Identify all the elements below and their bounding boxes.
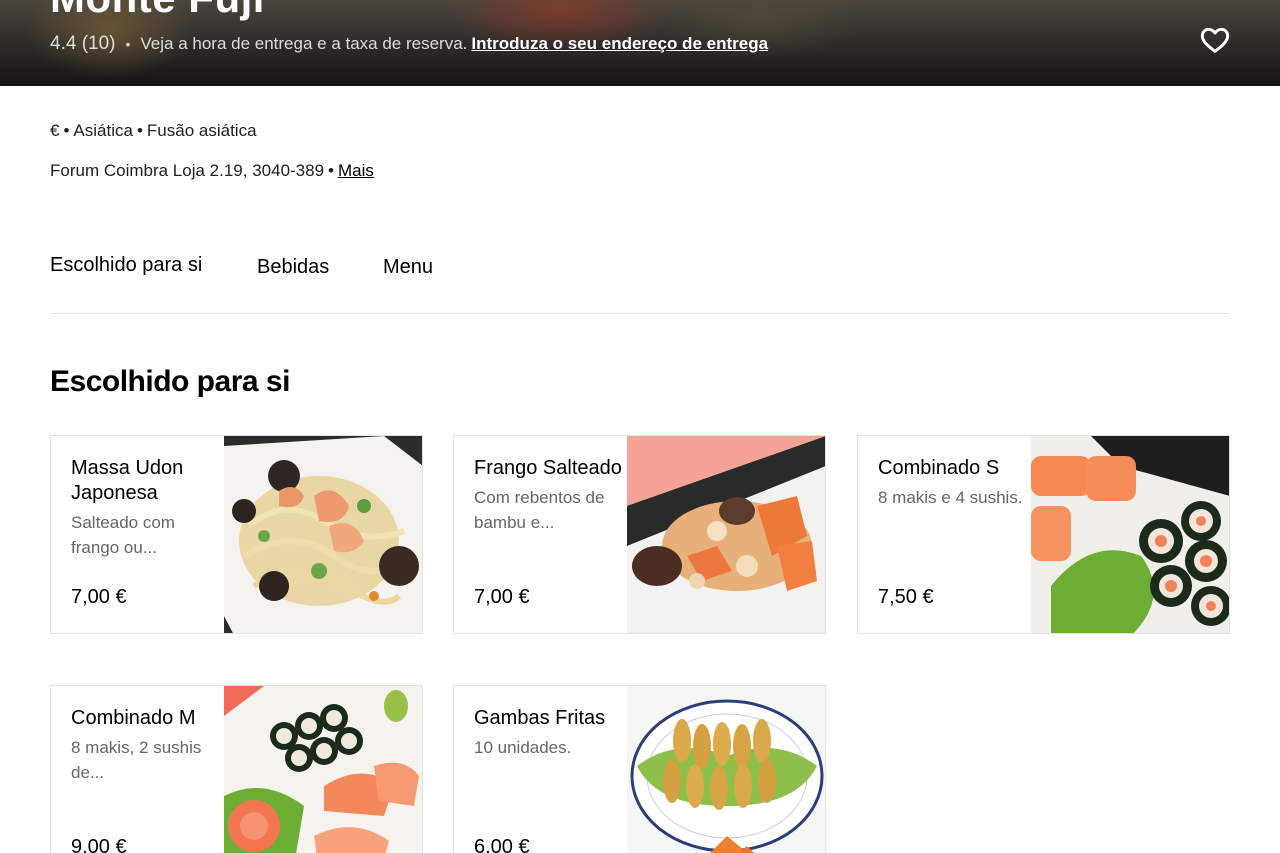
item-name: Frango Salteado	[474, 457, 622, 479]
enter-address-link[interactable]: Introduza o seu endereço de entrega	[471, 34, 768, 54]
favorite-heart-icon[interactable]	[1198, 24, 1232, 56]
menu-item-card[interactable]: Combinado S 8 makis e 4 sushis. 7,50 €	[857, 435, 1230, 634]
section-title: Escolhido para si	[50, 365, 290, 398]
item-price: 6,00 €	[474, 836, 530, 853]
store-categories: € • Asiática • Fusão asiática	[50, 121, 257, 140]
more-info-link[interactable]: Mais	[338, 161, 374, 180]
store-meta: 4.4 (10) • Veja a hora de entrega e a ta…	[50, 32, 768, 56]
menu-item-card[interactable]: Combinado M 8 makis, 2 sushis de... 9,00…	[50, 685, 423, 853]
store-hero-banner: Monte Fuji 4.4 (10) • Veja a hora de ent…	[0, 0, 1280, 86]
tab-menu[interactable]: Menu	[383, 256, 433, 279]
item-description: 10 unidades.	[474, 738, 572, 757]
menu-item-card[interactable]: Gambas Fritas 10 unidades. 6,00 €	[453, 685, 826, 853]
rating-text: 4.4 (10)	[50, 33, 116, 54]
item-name: Gambas Fritas	[474, 707, 606, 729]
store-title: Monte Fuji	[50, 0, 265, 22]
tab-bebidas[interactable]: Bebidas	[257, 256, 329, 279]
store-address-line: Forum Coimbra Loja 2.19, 3040-389 • Mais	[50, 161, 374, 180]
item-name: Combinado M	[71, 707, 196, 729]
item-image-udon	[224, 436, 422, 633]
store-address: Forum Coimbra Loja 2.19, 3040-389	[50, 161, 325, 180]
item-description: Salteado com frango ou...	[71, 513, 175, 557]
item-image-combinado-m	[224, 686, 422, 853]
style-label: Fusão asiática	[146, 121, 257, 140]
item-price: 7,00 €	[474, 586, 530, 608]
menu-item-card[interactable]: Frango Salteado Com rebentos de bambu e.…	[453, 435, 826, 634]
item-name: Massa Udon Japonesa	[71, 457, 184, 504]
cuisine-label: Asiática	[73, 121, 133, 140]
item-name: Combinado S	[878, 457, 1000, 479]
item-description: 8 makis e 4 sushis.	[878, 488, 1023, 507]
item-description: Com rebentos de bambu e...	[474, 488, 605, 532]
item-price: 7,00 €	[71, 586, 127, 608]
delivery-info-text: Veja a hora de entrega e a taxa de reser…	[140, 34, 468, 53]
item-image-gambas	[627, 686, 825, 853]
tab-escolhido-para-si[interactable]: Escolhido para si	[50, 254, 202, 277]
price-level: €	[50, 121, 60, 140]
item-price: 7,50 €	[878, 586, 934, 608]
item-description: 8 makis, 2 sushis de...	[71, 738, 202, 782]
item-image-frango	[627, 436, 825, 633]
menu-tabs: Escolhido para si Bebidas Menu	[50, 250, 1230, 314]
item-image-combinado-s	[1031, 436, 1229, 633]
item-price: 9,00 €	[71, 836, 127, 853]
separator-dot: •	[125, 36, 131, 52]
menu-item-card[interactable]: Massa Udon Japonesa Salteado com frango …	[50, 435, 423, 634]
